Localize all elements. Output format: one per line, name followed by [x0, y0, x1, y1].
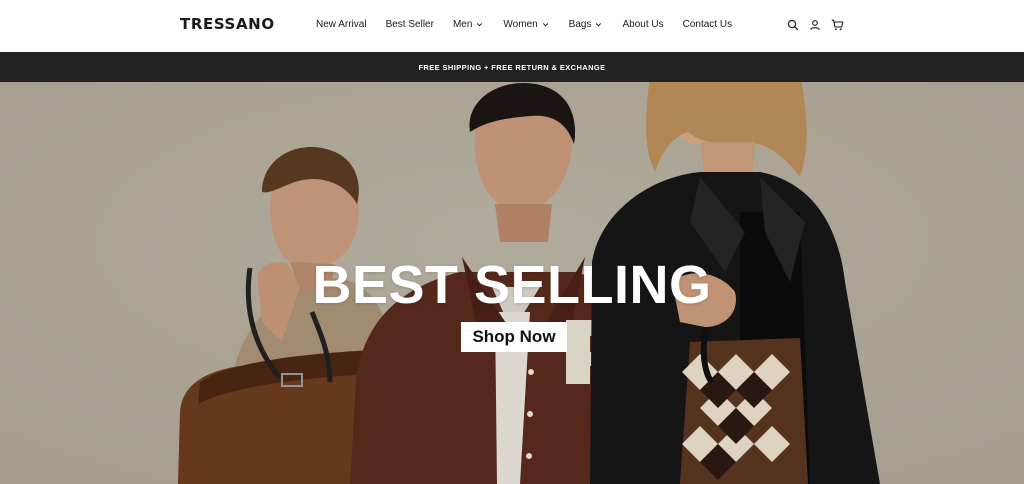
cart-icon: [831, 19, 843, 31]
chevron-down-icon: [596, 23, 602, 27]
search-button[interactable]: [786, 18, 800, 32]
search-icon: [787, 19, 799, 31]
site-header: TRESSANO New Arrival Best Seller Men Wom…: [0, 0, 1024, 52]
nav-item-women[interactable]: Women: [503, 19, 549, 30]
nav-item-label: Women: [503, 19, 538, 30]
chevron-down-icon: [542, 23, 548, 27]
account-button[interactable]: [808, 18, 822, 32]
hero-title: BEST SELLING: [312, 255, 712, 315]
shop-now-button[interactable]: Shop Now: [461, 322, 567, 352]
chevron-down-icon: [477, 23, 483, 27]
brand-logo[interactable]: TRESSANO: [180, 15, 275, 33]
nav-item-bags[interactable]: Bags: [569, 19, 604, 30]
main-nav: New Arrival Best Seller Men Women Bags A…: [316, 19, 751, 30]
nav-item-label: Men: [452, 19, 473, 30]
nav-item-contact-us[interactable]: Contact Us: [683, 19, 732, 30]
announcement-bar: FREE SHIPPING + FREE RETURN & EXCHANGE: [0, 52, 1024, 82]
nav-item-label: Best Seller: [385, 19, 434, 30]
user-icon: [810, 20, 820, 31]
nav-item-about-us[interactable]: About Us: [622, 19, 663, 30]
nav-item-label: About Us: [622, 19, 664, 30]
hero-banner[interactable]: BEST SELLING Shop Now: [0, 82, 1024, 484]
nav-item-new-arrival[interactable]: New Arrival: [316, 19, 367, 30]
nav-item-label: New Arrival: [316, 19, 367, 30]
announcement-text: FREE SHIPPING + FREE RETURN & EXCHANGE: [418, 62, 606, 72]
nav-item-men[interactable]: Men: [453, 19, 484, 30]
nav-item-best-seller[interactable]: Best Seller: [386, 19, 434, 30]
cart-button[interactable]: [830, 18, 844, 32]
header-icons: [786, 18, 852, 32]
nav-item-label: Contact Us: [682, 19, 733, 30]
nav-item-label: Bags: [568, 19, 592, 30]
